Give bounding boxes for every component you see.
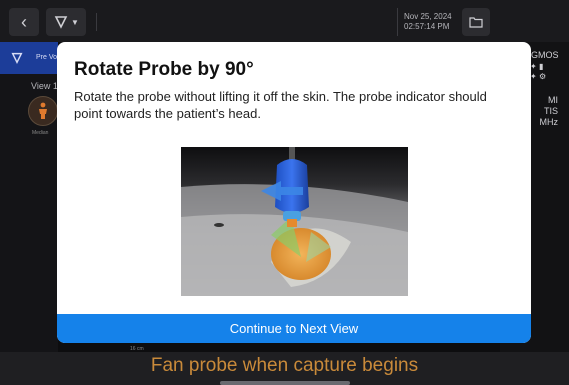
probe-rotation-illustration xyxy=(181,147,408,296)
status-icons: ✦ ▮ ✦ ⚙ xyxy=(530,62,546,82)
mhz-label: MHz xyxy=(539,117,559,127)
capture-instruction: Fan probe when capture begins xyxy=(150,355,419,376)
home-indicator[interactable] xyxy=(220,381,350,385)
battery-icon: ▮ xyxy=(538,62,544,71)
rotate-probe-dialog: Rotate Probe by 90° Rotate the probe wit… xyxy=(57,42,531,343)
probe-icon xyxy=(54,16,68,29)
sensor-label: GMOS xyxy=(531,50,559,60)
mi-label: MI xyxy=(548,95,558,105)
wand-icon: ✦ xyxy=(530,72,537,81)
probe-icon xyxy=(11,52,23,64)
tis-label: TIS xyxy=(543,106,558,116)
caret-down-icon: ▼ xyxy=(71,17,79,27)
back-button[interactable]: ‹ xyxy=(9,8,39,36)
view-thumbnail-button[interactable] xyxy=(28,96,58,126)
view-caption: Median xyxy=(32,130,49,136)
divider xyxy=(96,13,97,31)
dialog-body: Rotate the probe without lifting it off … xyxy=(74,89,487,121)
gear-icon: ⚙ xyxy=(538,72,547,81)
folder-button[interactable] xyxy=(462,8,490,36)
date-text: Nov 25, 2024 xyxy=(404,12,452,21)
datetime-display: Nov 25, 2024 02:57:14 PM xyxy=(397,8,459,36)
folder-icon xyxy=(469,17,483,28)
time-text: 02:57:14 PM xyxy=(404,22,450,31)
dialog-title: Rotate Probe by 90° xyxy=(74,59,254,80)
probe-selector-button[interactable]: ▼ xyxy=(46,8,86,36)
chevron-left-icon: ‹ xyxy=(21,11,27,32)
person-icon xyxy=(39,102,47,119)
continue-to-next-view-button[interactable]: Continue to Next View xyxy=(57,314,531,343)
preview-label: Pre Vo xyxy=(36,54,58,61)
readout-labels: MI TIS MHz xyxy=(538,95,559,128)
wand-icon: ✦ xyxy=(530,62,537,71)
view-label: View 1 xyxy=(31,81,58,91)
